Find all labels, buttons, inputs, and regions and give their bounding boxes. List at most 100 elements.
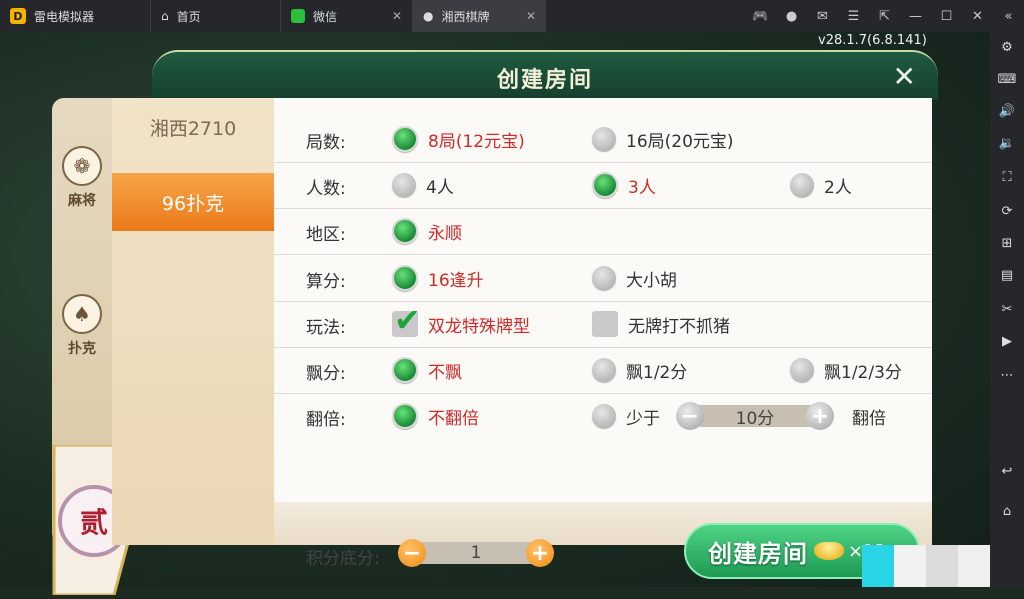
option-text: 4人 bbox=[426, 177, 454, 198]
minimize-icon[interactable]: — bbox=[900, 9, 931, 24]
option-4-players[interactable]: 4人 bbox=[392, 172, 454, 198]
radio-selected-icon bbox=[392, 218, 418, 244]
tab-wechat[interactable]: 微信 ✕ bbox=[280, 0, 412, 32]
radio-selected-icon bbox=[392, 357, 418, 383]
tab-game-label: 湘西棋牌 bbox=[441, 9, 490, 24]
double-threshold-value[interactable]: 10分 bbox=[696, 405, 814, 429]
category-mahjong-label: 麻将 bbox=[68, 193, 96, 209]
tab-wechat-label: 微信 bbox=[313, 9, 338, 24]
option-text: 双龙特殊牌型 bbox=[428, 316, 530, 337]
home-nav-icon[interactable]: ⌂ bbox=[990, 504, 1024, 519]
option-text: 飘1/2分 bbox=[626, 362, 688, 383]
score-base-label: 积分底分: bbox=[306, 549, 380, 569]
option-text: 飘1/2/3分 bbox=[824, 362, 902, 383]
option-no-double[interactable]: 不翻倍 bbox=[392, 403, 479, 429]
record-icon[interactable]: ⟳ bbox=[990, 204, 1024, 219]
row-gameplay: 玩法: 双龙特殊牌型 无牌打不抓猪 bbox=[274, 301, 932, 348]
rounds-label: 局数: bbox=[306, 133, 346, 153]
option-less-than[interactable]: 少于 − 10分 + 翻倍 bbox=[592, 402, 886, 430]
radio-icon bbox=[392, 173, 416, 197]
option-text: 不飘 bbox=[428, 362, 462, 383]
menu-icon[interactable]: ☰ bbox=[838, 9, 869, 24]
account-icon[interactable]: ● bbox=[776, 9, 807, 24]
option-text: 少于 bbox=[626, 408, 660, 429]
score-base-value[interactable]: 1 bbox=[418, 542, 534, 564]
radio-selected-icon bbox=[392, 403, 418, 429]
checkbox-checked-icon bbox=[392, 301, 421, 339]
score-base-stepper: − 1 + bbox=[398, 539, 554, 567]
row-rounds: 局数: 8局(12元宝) 16局(20元宝) bbox=[274, 116, 932, 163]
back-icon[interactable]: ↩ bbox=[990, 464, 1024, 479]
more-icon[interactable]: ⋯ bbox=[990, 368, 1024, 383]
row-piao: 飘分: 不飘 飘1/2分 飘1/2/3分 bbox=[274, 347, 932, 394]
plus-icon[interactable]: + bbox=[526, 539, 554, 567]
option-no-piao[interactable]: 不飘 bbox=[392, 357, 462, 383]
spade-icon: ♠ bbox=[62, 294, 102, 334]
minus-icon[interactable]: − bbox=[398, 539, 426, 567]
game-tab-icon: ● bbox=[423, 9, 434, 23]
create-room-label: 创建房间 bbox=[708, 539, 808, 568]
gamepad-icon[interactable]: 🎮 bbox=[745, 9, 776, 24]
category-mahjong[interactable]: ❁ 麻将 bbox=[54, 146, 110, 210]
option-daxiaohu[interactable]: 大小胡 bbox=[592, 265, 677, 291]
option-text: 无牌打不抓猪 bbox=[628, 316, 730, 337]
settings-icon[interactable]: ⚙ bbox=[990, 40, 1024, 55]
option-16-fengsheng[interactable]: 16逢升 bbox=[392, 265, 484, 291]
mail-icon[interactable]: ✉ bbox=[807, 9, 838, 24]
app-brand: D 雷电模拟器 bbox=[0, 8, 150, 25]
radio-icon bbox=[592, 404, 616, 428]
option-piao-1-2[interactable]: 飘1/2分 bbox=[592, 357, 687, 383]
tab-home[interactable]: ⌂ 首页 bbox=[150, 0, 280, 32]
corner-overlay bbox=[862, 545, 990, 587]
tab-home-label: 首页 bbox=[176, 9, 201, 24]
radio-selected-icon bbox=[392, 126, 418, 152]
subgame-xiangxi-2710[interactable]: 湘西2710 bbox=[112, 98, 274, 156]
option-piao-1-2-3[interactable]: 飘1/2/3分 bbox=[790, 357, 902, 383]
category-poker[interactable]: ♠ 扑克 bbox=[54, 294, 110, 358]
option-2-players[interactable]: 2人 bbox=[790, 172, 852, 198]
option-text: 永顺 bbox=[428, 223, 462, 244]
option-text: 不翻倍 bbox=[428, 408, 479, 429]
collapse-sidebar-icon[interactable]: « bbox=[993, 9, 1024, 24]
volume-up-icon[interactable]: 🔊 bbox=[990, 104, 1024, 119]
app-name: 雷电模拟器 bbox=[34, 9, 95, 24]
double-threshold-stepper: − 10分 + bbox=[676, 402, 834, 430]
minus-icon[interactable]: − bbox=[676, 402, 704, 430]
scoring-label: 算分: bbox=[306, 272, 346, 292]
apk-icon[interactable]: ▤ bbox=[990, 268, 1024, 283]
radio-icon bbox=[592, 358, 616, 382]
dialog-title: 创建房间 bbox=[496, 68, 593, 93]
players-label: 人数: bbox=[306, 179, 346, 199]
add-window-icon[interactable]: ⊞ bbox=[990, 236, 1024, 251]
version-label: v28.1.7(6.8.141) bbox=[818, 33, 927, 48]
fullscreen-icon[interactable]: ⛶ bbox=[990, 170, 1024, 185]
dialog-close-icon[interactable]: ✕ bbox=[893, 60, 916, 93]
option-yongshun[interactable]: 永顺 bbox=[392, 218, 462, 244]
emulator-titlebar: D 雷电模拟器 ⌂ 首页 微信 ✕ ● 湘西棋牌 ✕ 🎮 ● ✉ ☰ ⇱ — ☐… bbox=[0, 0, 1024, 32]
tab-close-icon[interactable]: ✕ bbox=[526, 9, 536, 23]
option-3-players[interactable]: 3人 bbox=[592, 172, 656, 198]
room-options-panel: 局数: 8局(12元宝) 16局(20元宝) 人数: 4人 3人 2人 地区: … bbox=[274, 98, 932, 579]
option-16-rounds[interactable]: 16局(20元宝) bbox=[592, 126, 734, 152]
subgame-column: 湘西2710 96扑克 bbox=[112, 98, 274, 545]
radio-icon bbox=[592, 127, 616, 151]
option-no-card-pig[interactable]: 无牌打不抓猪 bbox=[592, 311, 730, 337]
row-scoring: 算分: 16逢升 大小胡 bbox=[274, 255, 932, 302]
pin-icon[interactable]: ⇱ bbox=[869, 9, 900, 24]
row-double: 翻倍: 不翻倍 少于 − 10分 + 翻倍 bbox=[274, 393, 932, 439]
option-double-dragon[interactable]: 双龙特殊牌型 bbox=[392, 301, 530, 339]
scissors-icon[interactable]: ✂ bbox=[990, 302, 1024, 317]
video-icon[interactable]: ▶ bbox=[990, 334, 1024, 349]
volume-down-icon[interactable]: 🔉 bbox=[990, 136, 1024, 151]
tab-game[interactable]: ● 湘西棋牌 ✕ bbox=[412, 0, 546, 32]
subgame-96-poker[interactable]: 96扑克 bbox=[112, 173, 274, 231]
plus-icon[interactable]: + bbox=[806, 402, 834, 430]
mahjong-icon: ❁ bbox=[62, 146, 102, 186]
close-window-icon[interactable]: ✕ bbox=[962, 9, 993, 24]
option-8-rounds[interactable]: 8局(12元宝) bbox=[392, 126, 525, 152]
tab-close-icon[interactable]: ✕ bbox=[392, 9, 402, 23]
maximize-icon[interactable]: ☐ bbox=[931, 9, 962, 24]
emulator-sidebar: ⚙ ⌨ 🔊 🔉 ⛶ ⟳ ⊞ ▤ ✂ ▶ ⋯ ↩ ⌂ bbox=[990, 32, 1024, 587]
keyboard-icon[interactable]: ⌨ bbox=[990, 72, 1024, 87]
gold-ingot-icon bbox=[814, 542, 844, 560]
